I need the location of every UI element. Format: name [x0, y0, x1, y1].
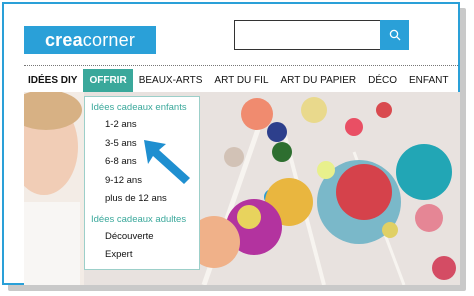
nav-item-deco[interactable]: DÉCO	[362, 69, 403, 92]
logo-light-text: corner	[82, 29, 136, 50]
nav-item-art-du-papier[interactable]: ART DU PAPIER	[275, 69, 363, 92]
nav-item-art-du-fil[interactable]: ART DU FIL	[208, 69, 274, 92]
arrow-pointer-icon	[144, 140, 190, 184]
search-button[interactable]	[380, 20, 409, 50]
search-icon	[389, 29, 400, 41]
menu-item-expert[interactable]: Expert	[85, 246, 199, 265]
menu-item-1-2-ans[interactable]: 1-2 ans	[85, 116, 199, 135]
menu-section-kids: Idées cadeaux enfants	[91, 102, 187, 113]
site-logo[interactable]: crea corner	[24, 26, 156, 54]
search-input[interactable]	[234, 20, 382, 50]
main-nav: IDÉES DIY OFFRIR BEAUX-ARTS ART DU FIL A…	[24, 69, 454, 92]
nav-item-enfant[interactable]: ENFANT	[403, 69, 454, 92]
menu-item-decouverte[interactable]: Découverte	[85, 228, 199, 247]
menu-item-plus-de-12-ans[interactable]: plus de 12 ans	[85, 190, 199, 209]
header-divider	[24, 65, 458, 66]
menu-section-adults: Idées cadeaux adultes	[91, 213, 187, 225]
nav-item-offrir[interactable]: OFFRIR	[83, 69, 133, 92]
nav-item-beaux-arts[interactable]: BEAUX-ARTS	[133, 69, 209, 92]
nav-item-idees-diy[interactable]: IDÉES DIY	[24, 69, 83, 92]
logo-bold-text: crea	[44, 29, 83, 50]
